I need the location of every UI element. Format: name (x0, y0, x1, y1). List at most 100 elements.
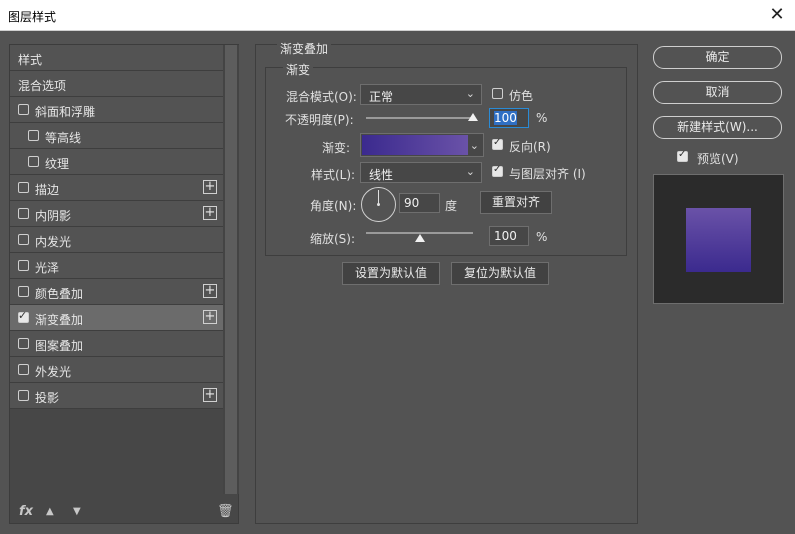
style-checkbox[interactable] (28, 130, 39, 141)
style-item[interactable]: 纹理 (10, 149, 223, 175)
reverse-checkbox[interactable]: ✓ (492, 137, 503, 150)
style-checkbox[interactable] (18, 104, 29, 115)
angle-value: 90 (404, 196, 420, 210)
checkmark-icon: ✓ (493, 137, 502, 148)
style-item[interactable]: 混合选项 (10, 71, 223, 97)
styles-list: 样式混合选项斜面和浮雕等高线纹理描边 + 内阴影 + 内发光光泽颜色叠加 + ✓ 渐变叠加 + 图… (10, 45, 223, 409)
style-checkbox[interactable] (18, 234, 29, 245)
scale-label: 缩放(S): (310, 232, 356, 246)
angle-input[interactable]: 90 (399, 193, 440, 213)
style-select[interactable]: 线性 ⌄ (360, 162, 482, 183)
style-checkbox[interactable] (28, 156, 39, 167)
opacity-input[interactable]: 100 (489, 108, 529, 128)
style-item[interactable]: 描边 + (10, 175, 223, 201)
styles-scrollbar[interactable] (223, 45, 239, 494)
style-item[interactable]: 等高线 (10, 123, 223, 149)
style-label: 样式(L): (311, 168, 356, 182)
style-item-label: 投影 (35, 391, 60, 405)
style-checkbox[interactable] (18, 208, 29, 219)
style-item-label: 光泽 (35, 261, 60, 275)
scale-slider-thumb[interactable] (414, 234, 425, 242)
chevron-down-icon[interactable]: ⌄ (470, 139, 479, 152)
align-with-layer-label: 与图层对齐 (I) (509, 167, 586, 181)
style-item-label: 外发光 (35, 365, 72, 379)
blend-mode-select[interactable]: 正常 ⌄ (360, 84, 482, 105)
reset-alignment-button[interactable]: 重置对齐 (480, 191, 552, 214)
style-item-label: 内发光 (35, 235, 72, 249)
move-down-icon[interactable]: ▼ (73, 506, 81, 517)
style-item-label: 纹理 (45, 157, 70, 171)
scrollbar-thumb[interactable] (225, 45, 237, 494)
style-item[interactable]: 颜色叠加 + (10, 279, 223, 305)
style-item-label: 样式 (18, 53, 43, 67)
blend-mode-label: 混合模式(O): (286, 90, 357, 104)
move-up-icon[interactable]: ▲ (46, 506, 54, 517)
title-bar: 图层样式 ✕ (0, 0, 795, 31)
window-title: 图层样式 (8, 10, 57, 24)
style-checkbox[interactable] (18, 364, 29, 375)
style-item[interactable]: 图案叠加 (10, 331, 223, 357)
style-item-label: 颜色叠加 (35, 287, 84, 301)
add-instance-icon[interactable]: + (203, 206, 217, 220)
style-item[interactable]: 投影 + (10, 383, 223, 409)
style-checkbox[interactable] (18, 338, 29, 349)
new-style-button[interactable]: 新建样式(W)... (653, 116, 782, 139)
preview-swatch (686, 208, 751, 272)
preview-checkbox[interactable]: ✓ (677, 149, 688, 162)
add-instance-icon[interactable]: + (203, 310, 217, 324)
style-checkbox[interactable] (18, 260, 29, 271)
style-item[interactable]: 内发光 (10, 227, 223, 253)
preview-label: 预览(V) (697, 152, 739, 166)
cancel-button[interactable]: 取消 (653, 81, 782, 104)
opacity-slider-track[interactable] (366, 117, 473, 119)
style-checkbox[interactable] (18, 286, 29, 297)
angle-unit: 度 (445, 199, 458, 213)
align-with-layer-checkbox[interactable]: ✓ (492, 164, 503, 177)
angle-dial[interactable] (361, 187, 396, 222)
chevron-down-icon: ⌄ (465, 165, 475, 178)
checkmark-icon: ✓ (18, 309, 28, 322)
add-instance-icon[interactable]: + (203, 284, 217, 298)
style-item-label: 内阴影 (35, 209, 72, 223)
style-item-label: 渐变叠加 (35, 313, 84, 327)
add-instance-icon[interactable]: + (203, 180, 217, 194)
blend-mode-value: 正常 (369, 90, 394, 104)
style-item[interactable]: 斜面和浮雕 (10, 97, 223, 123)
ok-button[interactable]: 确定 (653, 46, 782, 69)
trash-icon[interactable]: 🗑 (217, 504, 234, 519)
dither-label: 仿色 (509, 89, 534, 103)
style-checkbox[interactable] (18, 182, 29, 193)
close-icon[interactable]: ✕ (767, 5, 787, 25)
style-checkbox[interactable] (18, 390, 29, 401)
opacity-value: 100 (494, 111, 517, 125)
scale-input[interactable]: 100 (489, 226, 529, 246)
chevron-down-icon: ⌄ (465, 87, 475, 100)
opacity-slider-thumb[interactable] (468, 113, 478, 121)
style-item-label: 图案叠加 (35, 339, 84, 353)
fx-icon[interactable]: fx (19, 504, 33, 519)
set-default-button[interactable]: 设置为默认值 (342, 262, 440, 285)
style-item[interactable]: 样式 (10, 45, 223, 71)
style-value: 线性 (369, 168, 394, 182)
add-instance-icon[interactable]: + (203, 388, 217, 402)
style-item[interactable]: 内阴影 + (10, 201, 223, 227)
style-item[interactable]: 外发光 (10, 357, 223, 383)
reverse-label: 反向(R) (509, 140, 551, 154)
dither-checkbox[interactable] (492, 88, 503, 99)
checkmark-icon: ✓ (678, 149, 687, 160)
style-checkbox[interactable]: ✓ (18, 309, 29, 323)
angle-label: 角度(N): (310, 199, 357, 213)
style-item-label: 等高线 (45, 131, 82, 145)
style-item-label: 混合选项 (18, 79, 67, 93)
gradient-label: 渐变: (322, 141, 351, 155)
gradient-picker[interactable]: ⌄ (360, 133, 484, 157)
preview-frame (653, 174, 784, 304)
style-item-label: 斜面和浮雕 (35, 105, 96, 119)
gradient-preview[interactable] (362, 135, 468, 155)
angle-center (377, 203, 380, 206)
reset-default-button[interactable]: 复位为默认值 (451, 262, 549, 285)
style-item[interactable]: ✓ 渐变叠加 + (10, 305, 223, 331)
styles-panel: 样式混合选项斜面和浮雕等高线纹理描边 + 内阴影 + 内发光光泽颜色叠加 + ✓ 渐变叠加 + 图… (9, 44, 239, 524)
scale-value: 100 (494, 229, 517, 243)
style-item[interactable]: 光泽 (10, 253, 223, 279)
